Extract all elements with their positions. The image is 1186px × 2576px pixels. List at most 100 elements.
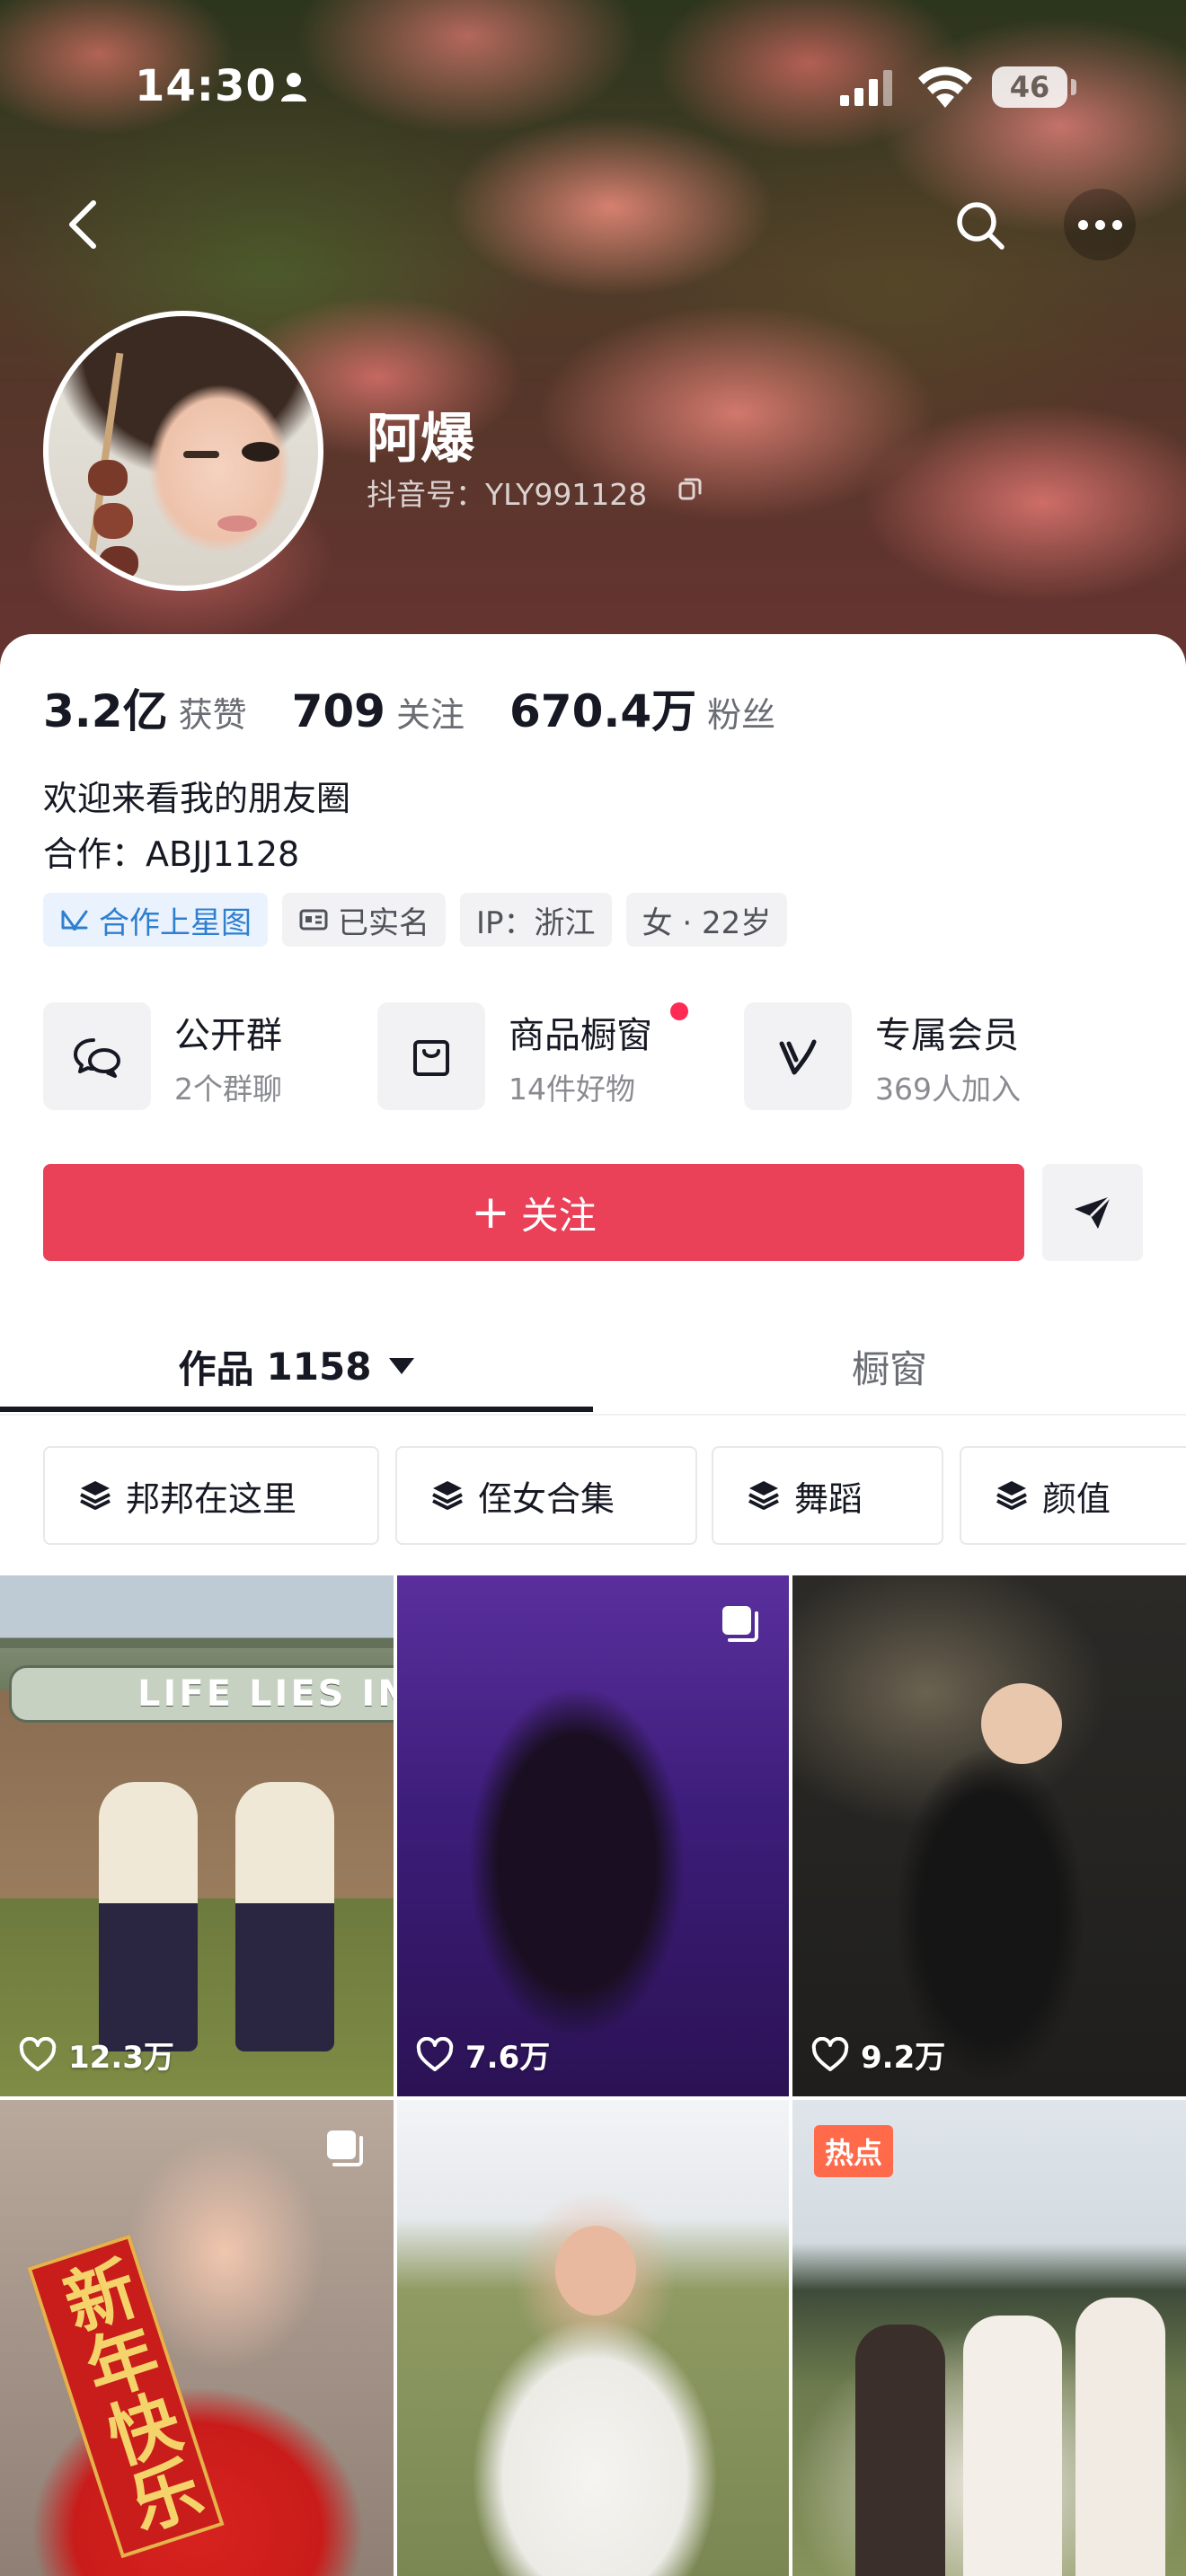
- collection-chip[interactable]: 邦邦在这里: [43, 1446, 379, 1545]
- status-time: 14:30: [135, 61, 277, 111]
- tag-ip: IP：浙江: [460, 893, 612, 947]
- tag-star-map[interactable]: 合作上星图: [43, 893, 268, 947]
- follow-label: 关注: [520, 1193, 597, 1238]
- tab-shop-window[interactable]: 橱窗: [593, 1317, 1186, 1416]
- feature-title: 公开群: [174, 1015, 282, 1056]
- caret-down-icon: [389, 1358, 415, 1374]
- feature-icon-box: [377, 1002, 485, 1110]
- star-map-icon: [61, 910, 88, 931]
- video-thumbnail[interactable]: LIFE LIES IN 12.3万: [0, 1575, 394, 2096]
- like-count-value: 9.2万: [861, 2040, 946, 2076]
- active-tab-indicator: [0, 1407, 593, 1412]
- bio-line-2: 合作：ABJJ1128: [43, 834, 300, 874]
- collections-row: 邦邦在这里 侄女合集 舞蹈 颜值: [43, 1446, 1186, 1545]
- feature-shop-window[interactable]: 商品橱窗 14件好物: [377, 1001, 719, 1112]
- video-thumbnail[interactable]: 7.6万: [397, 1575, 789, 2096]
- collection-label: 侄女合集: [478, 1478, 615, 1519]
- feature-title: 商品橱窗: [509, 1015, 652, 1056]
- like-count-value: 12.3万: [68, 2040, 174, 2076]
- video-thumbnail[interactable]: [397, 2100, 789, 2576]
- thumbnail-sign-text: LIFE LIES IN: [9, 1665, 394, 1723]
- following-label[interactable]: 关注: [396, 687, 465, 737]
- tab-works[interactable]: 作品 1158: [0, 1317, 593, 1416]
- tag-gender-age: 女 · 22岁: [625, 893, 788, 947]
- layers-icon: [80, 1481, 111, 1510]
- hot-badge: 热点: [814, 2125, 894, 2177]
- tab-window-label: 橱窗: [851, 1346, 927, 1391]
- id-card-icon: [299, 909, 328, 931]
- like-count: 12.3万: [18, 2033, 174, 2077]
- avatar-lips: [217, 516, 257, 532]
- skewer-meat: [99, 546, 138, 580]
- feature-row: 公开群 2个群聊 商品橱窗 14件好物 专属会员 369人加入: [43, 1001, 1157, 1112]
- more-options-button[interactable]: [1064, 189, 1136, 260]
- thumbnail-banner-text: 新年快乐: [27, 2234, 225, 2559]
- avatar[interactable]: [43, 311, 323, 591]
- cellular-signal-icon: [840, 70, 892, 106]
- copy-icon[interactable]: [677, 476, 703, 501]
- feature-group-chat[interactable]: 公开群 2个群聊: [43, 1001, 349, 1112]
- skewer-meat: [88, 460, 128, 496]
- avatar-eye: [183, 451, 219, 458]
- profile-tags: 合作上星图 已实名 IP：浙江 女 · 22岁: [43, 893, 788, 947]
- layers-icon: [432, 1481, 463, 1510]
- user-icon: [281, 73, 306, 101]
- multi-image-icon: [722, 1606, 758, 1642]
- video-thumbnail[interactable]: 热点: [792, 2100, 1186, 2576]
- likes-label: 获赞: [178, 695, 247, 735]
- stats-row: 3.2亿 获赞 709 关注 670.4万 粉丝: [43, 675, 820, 737]
- multi-image-icon: [327, 2130, 363, 2166]
- vip-v-icon: [779, 1039, 817, 1075]
- feature-membership[interactable]: 专属会员 369人加入: [744, 1001, 1139, 1112]
- dot: [1111, 219, 1122, 230]
- new-indicator-dot: [670, 1002, 688, 1020]
- feature-subtitle: 2个群聊: [174, 1072, 282, 1107]
- paper-plane-icon: [1075, 1195, 1112, 1229]
- bio-line-1: 欢迎来看我的朋友圈: [43, 779, 351, 818]
- feature-subtitle: 14件好物: [509, 1072, 635, 1107]
- video-thumbnail[interactable]: 新年快乐: [0, 2100, 394, 2576]
- followers-count[interactable]: 670.4万: [509, 675, 696, 740]
- tag-verified[interactable]: 已实名: [282, 893, 446, 947]
- collection-label: 邦邦在这里: [126, 1478, 297, 1519]
- message-button[interactable]: [1042, 1164, 1143, 1261]
- douyin-id[interactable]: 抖音号：YLY991128: [367, 471, 647, 514]
- likes-count: 3.2亿: [43, 685, 168, 737]
- tag-label: 已实名: [338, 904, 429, 941]
- layers-icon: [996, 1481, 1027, 1510]
- content-tabs: 作品 1158 橱窗: [0, 1317, 1186, 1416]
- follow-button[interactable]: + 关注: [43, 1164, 1024, 1261]
- collection-chip[interactable]: 颜值: [960, 1446, 1186, 1545]
- heart-icon: [811, 2036, 849, 2071]
- video-thumbnail[interactable]: 9.2万: [792, 1575, 1186, 2096]
- thumbnail-figure: [555, 2226, 636, 2316]
- thumbnail-figure: [963, 2316, 1062, 2576]
- video-grid: LIFE LIES IN 12.3万 7.6万 9.2万 新年快乐 热点: [0, 1575, 1186, 2576]
- collection-chip[interactable]: 侄女合集: [395, 1446, 697, 1545]
- following-count[interactable]: 709: [292, 685, 385, 737]
- collection-label: 舞蹈: [794, 1478, 863, 1519]
- feature-icon-box: [43, 1002, 151, 1110]
- tag-label: 合作上星图: [99, 904, 252, 941]
- wifi-icon: [918, 66, 972, 108]
- collection-chip[interactable]: 舞蹈: [712, 1446, 943, 1545]
- followers-label[interactable]: 粉丝: [707, 687, 775, 737]
- feature-subtitle: 369人加入: [875, 1072, 1021, 1107]
- tag-label: 女 · 22岁: [642, 904, 772, 941]
- feature-icon-box: [744, 1002, 852, 1110]
- thumbnail-figure: [235, 1782, 334, 2051]
- profile-name: 阿爆: [367, 408, 474, 471]
- thumbnail-figure: [99, 1782, 198, 2051]
- thumbnail-figure: [855, 2325, 945, 2576]
- chat-bubbles-icon: [74, 1038, 120, 1078]
- thumbnail-figure: [1075, 2298, 1165, 2576]
- battery-indicator: 46: [992, 66, 1067, 108]
- search-icon[interactable]: [954, 199, 1006, 251]
- thumbnail-figure: [981, 1683, 1062, 1764]
- heart-icon: [19, 2036, 57, 2071]
- dot: [1077, 219, 1088, 230]
- back-arrow-icon[interactable]: [63, 199, 106, 250]
- like-count-value: 7.6万: [465, 2040, 551, 2076]
- like-count: 7.6万: [415, 2033, 550, 2077]
- tab-works-count: 1158: [266, 1344, 372, 1389]
